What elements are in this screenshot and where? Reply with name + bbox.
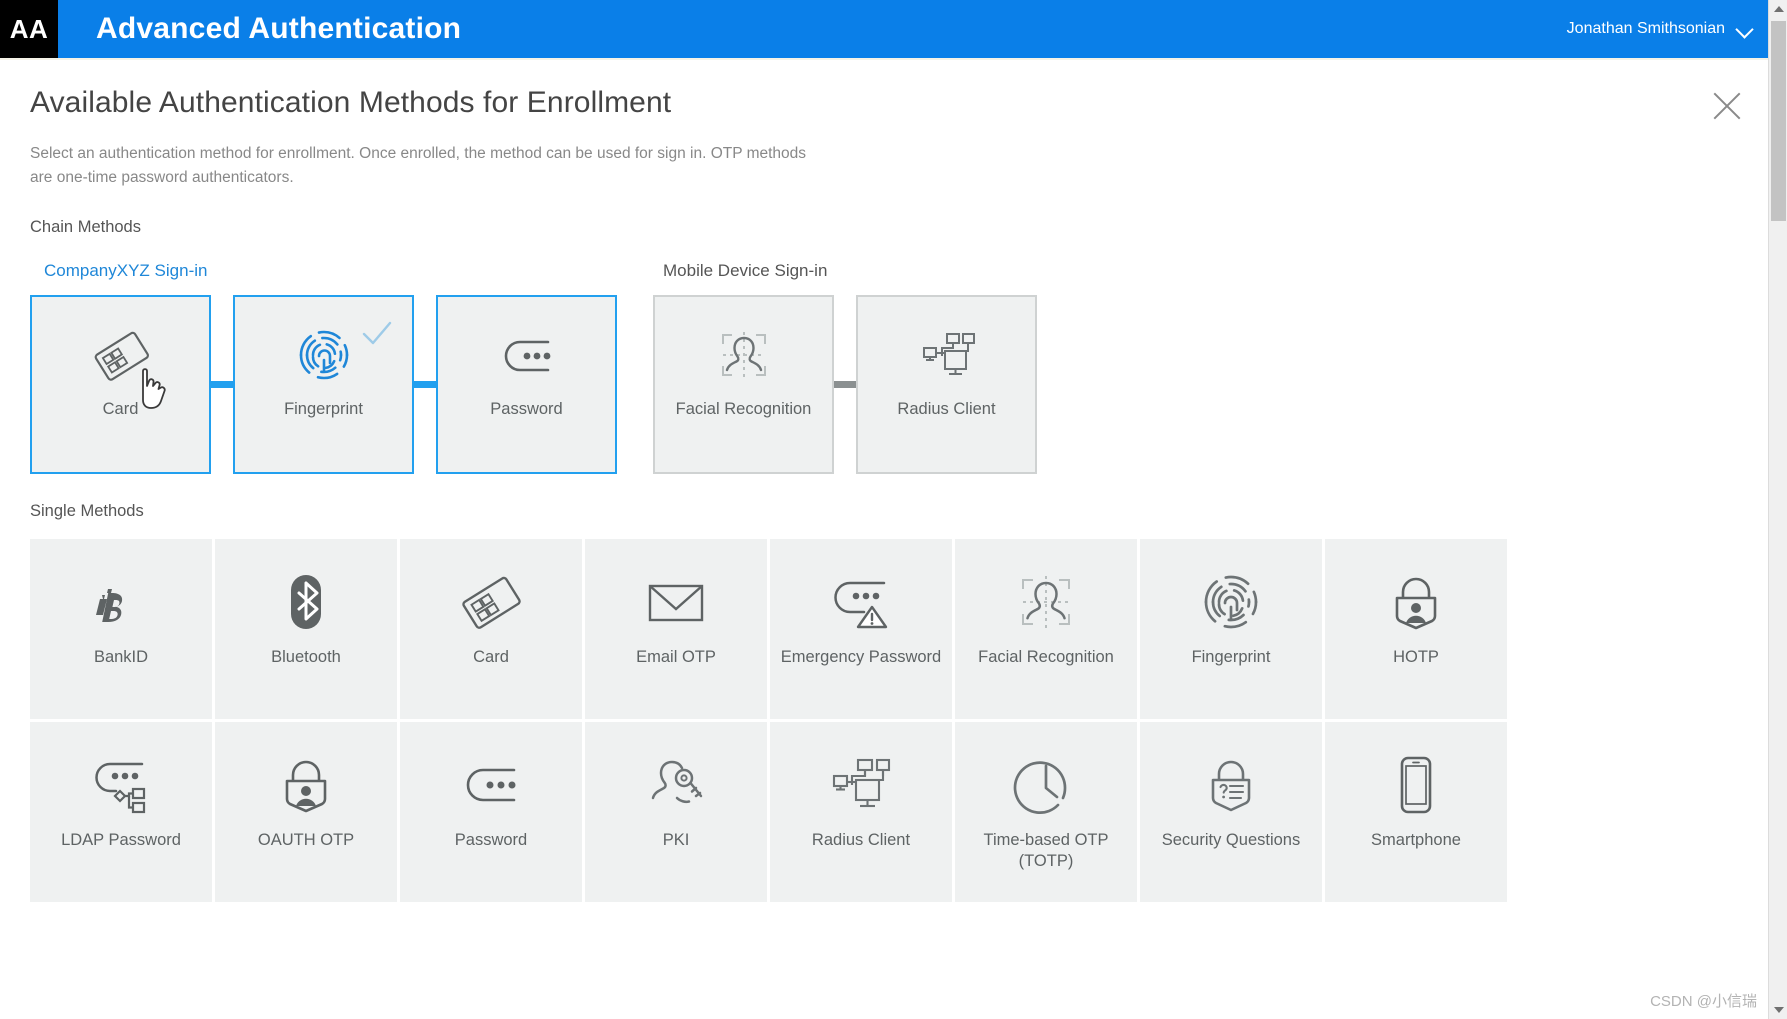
single-methods-grid: BankID Bluetooth Card Email OTP Emergenc… — [30, 539, 1513, 903]
app-title: Advanced Authentication — [96, 12, 462, 45]
method-tile-radius-client[interactable]: Radius Client — [770, 722, 952, 903]
chain-step-card[interactable]: Radius Client — [856, 295, 1037, 475]
single-methods-heading: Single Methods — [30, 502, 144, 521]
method-label: BankID — [93, 648, 149, 667]
card-icon — [458, 565, 524, 639]
email-icon — [643, 565, 709, 639]
method-tile-security-questions[interactable]: Security Questions — [1140, 722, 1322, 903]
emergency-password-icon — [828, 565, 894, 639]
method-label: Facial Recognition — [978, 648, 1114, 667]
method-tile-bankid[interactable]: BankID — [30, 539, 212, 720]
method-label: Time-based OTP (TOTP) — [983, 831, 1109, 871]
method-tile-hotp[interactable]: HOTP — [1325, 539, 1507, 720]
method-tile-bluetooth[interactable]: Bluetooth — [215, 539, 397, 720]
method-label: Email OTP — [636, 648, 716, 667]
method-tile-facial-recognition[interactable]: Facial Recognition — [955, 539, 1137, 720]
method-tile-ldap-password[interactable]: LDAP Password — [30, 722, 212, 903]
chain-title-companyxyz[interactable]: CompanyXYZ Sign-in — [30, 261, 617, 281]
method-label: Card — [473, 648, 509, 667]
scrollbar-thumb[interactable] — [1771, 21, 1786, 221]
method-label: LDAP Password — [61, 831, 181, 850]
method-label: HOTP — [1393, 648, 1439, 667]
method-label: Radius Client — [811, 831, 911, 850]
method-label: Fingerprint — [1191, 648, 1271, 667]
method-tile-pki[interactable]: PKI — [585, 722, 767, 903]
chain-group-companyxyz: CompanyXYZ Sign-in Card Fingerprint Pass… — [30, 261, 617, 475]
method-tile-smartphone[interactable]: Smartphone — [1325, 722, 1507, 903]
method-label: Smartphone — [1371, 831, 1461, 850]
chain-methods-row: CompanyXYZ Sign-in Card Fingerprint Pass… — [30, 261, 1757, 475]
bluetooth-icon — [273, 565, 339, 639]
method-label: Password — [454, 831, 528, 850]
chain-step-card[interactable]: Password — [436, 295, 617, 475]
chain-methods-heading: Chain Methods — [30, 218, 141, 237]
lock-user-icon — [273, 748, 339, 822]
user-menu-button[interactable]: Jonathan Smithsonian — [1567, 20, 1753, 38]
clock-icon — [1013, 748, 1079, 822]
smartphone-icon — [1383, 748, 1449, 822]
method-tile-totp[interactable]: Time-based OTP (TOTP) — [955, 722, 1137, 903]
application-window: AA Advanced Authentication Jonathan Smit… — [0, 0, 1787, 1019]
page-title: Available Authentication Methods for Enr… — [30, 86, 672, 119]
chain-step-label: Card — [102, 400, 139, 419]
chain-title-mobile-device[interactable]: Mobile Device Sign-in — [653, 261, 1037, 281]
method-label: Emergency Password — [780, 648, 942, 667]
page-description: Select an authentication method for enro… — [30, 145, 807, 187]
enrolled-check-icon — [360, 317, 394, 351]
app-logo: AA — [0, 0, 58, 58]
bankid-icon — [88, 565, 154, 639]
chain-connector — [211, 381, 233, 389]
security-questions-icon — [1198, 748, 1264, 822]
chain-step-card[interactable]: Facial Recognition — [653, 295, 834, 475]
fingerprint-icon — [293, 321, 355, 389]
chain-connector — [834, 381, 856, 389]
method-label: Security Questions — [1161, 831, 1301, 850]
lock-user-icon — [1383, 565, 1449, 639]
vertical-scrollbar[interactable] — [1768, 0, 1787, 1019]
card-icon — [90, 321, 152, 389]
chain-step-label: Radius Client — [897, 400, 996, 419]
pki-key-icon — [643, 748, 709, 822]
chain-group-mobile-device: Mobile Device Sign-in Facial Recognition… — [653, 261, 1037, 475]
facial-recognition-icon — [1013, 565, 1079, 639]
chevron-down-icon — [1737, 21, 1753, 37]
facial-recognition-icon — [713, 321, 775, 389]
method-label: Bluetooth — [271, 648, 341, 667]
fingerprint-icon — [1198, 565, 1264, 639]
method-tile-emergency-password[interactable]: Emergency Password — [770, 539, 952, 720]
method-label: OAUTH OTP — [257, 831, 355, 850]
chain-step-card[interactable]: Card — [30, 295, 211, 475]
chain-step-card[interactable]: Fingerprint — [233, 295, 414, 475]
method-tile-fingerprint[interactable]: Fingerprint — [1140, 539, 1322, 720]
password-icon — [458, 748, 524, 822]
watermark-label: CSDN @小信瑞 — [1650, 993, 1757, 1010]
dialog-content: Available Authentication Methods for Enr… — [0, 58, 1787, 1019]
top-app-bar: AA Advanced Authentication Jonathan Smit… — [0, 0, 1787, 58]
ldap-password-icon — [88, 748, 154, 822]
method-tile-email-otp[interactable]: Email OTP — [585, 539, 767, 720]
method-label: PKI — [662, 831, 690, 850]
chain-step-label: Password — [490, 400, 563, 419]
radius-client-icon — [828, 748, 894, 822]
chain-step-label: Facial Recognition — [675, 400, 812, 419]
chain-cards-companyxyz: Card Fingerprint Password — [30, 295, 617, 475]
password-icon — [496, 321, 558, 389]
chain-connector — [414, 381, 436, 389]
method-tile-oauth-otp[interactable]: OAUTH OTP — [215, 722, 397, 903]
method-tile-card[interactable]: Card — [400, 539, 582, 720]
scroll-down-arrow-icon[interactable] — [1769, 1000, 1787, 1019]
radius-client-icon — [916, 321, 978, 389]
scroll-up-arrow-icon[interactable] — [1769, 0, 1787, 19]
user-name-label: Jonathan Smithsonian — [1566, 20, 1725, 37]
method-tile-password[interactable]: Password — [400, 722, 582, 903]
close-icon[interactable] — [1707, 86, 1747, 126]
chain-cards-mobile-device: Facial Recognition Radius Client — [653, 295, 1037, 475]
chain-step-label: Fingerprint — [284, 400, 363, 419]
